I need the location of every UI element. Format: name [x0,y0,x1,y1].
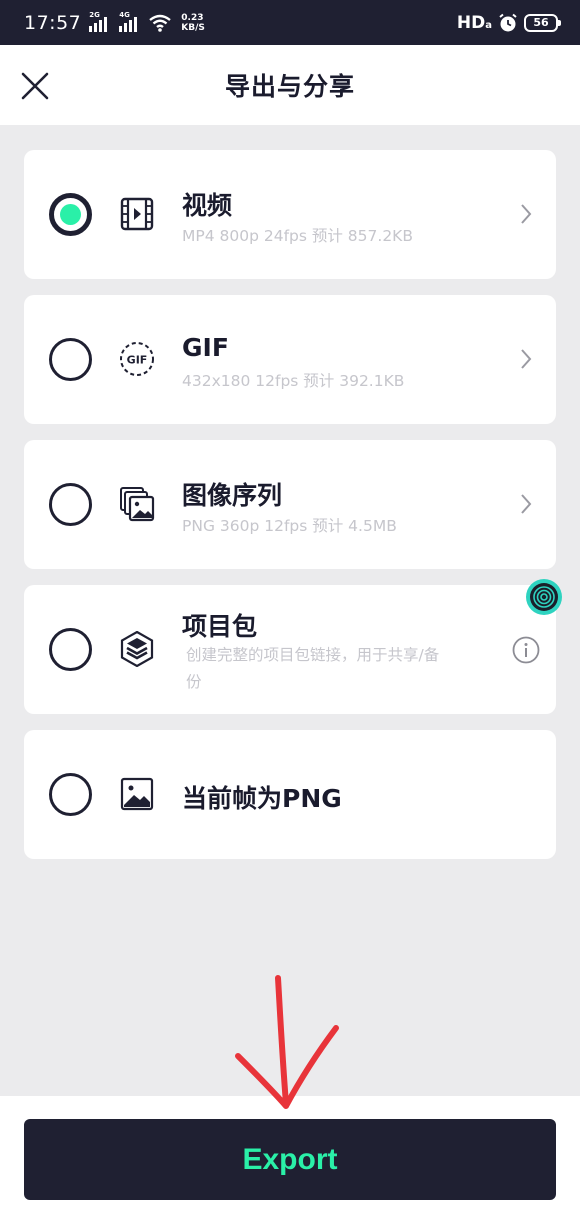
chevron-right-icon[interactable] [518,202,534,226]
signal-icon: 2G [89,10,111,32]
spiral-icon [530,583,558,611]
option-current-frame-png[interactable]: 当前帧为PNG [24,730,556,859]
option-image-sequence[interactable]: 图像序列 PNG 360p 12fps 预计 4.5MB [24,440,556,569]
option-description-line1: 创建完整的项目包链接，用于共享/备 [186,646,440,664]
signal-type-label: 4G [119,10,130,19]
page-title: 导出与分享 [224,72,355,101]
gif-icon: GIF [120,342,154,376]
info-icon[interactable] [512,636,540,664]
option-description: 432x180 12fps 预计 392.1KB [182,372,405,390]
chevron-right-icon[interactable] [518,347,534,371]
radio-unselected[interactable] [49,773,92,816]
floating-assistant-icon[interactable] [526,579,562,615]
signal-icon: 4G [119,10,141,32]
option-description: PNG 360p 12fps 预计 4.5MB [182,517,397,535]
status-right: HDa 56 [457,13,561,33]
image-icon [120,777,154,811]
alarm-icon [499,13,517,31]
battery-level: 56 [533,16,549,29]
option-title: 当前帧为PNG [182,784,342,813]
signal-type-label: 2G [89,10,100,19]
status-left: 17:57 2G 4G 0.23 KB/S [24,10,205,34]
video-icon [120,197,154,231]
network-speed-value: 0.23 [181,12,204,23]
option-title: 项目包 [182,612,258,641]
radio-unselected[interactable] [49,338,92,381]
option-title: GIF [182,333,229,362]
radio-unselected[interactable] [49,628,92,671]
export-button-label: Export [242,1142,338,1176]
option-description: MP4 800p 24fps 预计 857.2KB [182,227,413,245]
red-arrow-annotation [235,975,339,1109]
battery-icon: 56 [524,13,561,32]
chevron-right-icon[interactable] [518,492,534,516]
option-description-line2: 份 [186,673,202,691]
radio-selected[interactable] [49,193,92,236]
gif-icon-label: GIF [127,354,148,367]
network-speed: 0.23 KB/S [181,13,205,33]
option-title: 图像序列 [182,481,283,510]
layers-icon [120,631,154,667]
export-button[interactable]: Export [24,1119,556,1200]
option-project-package[interactable]: 项目包 创建完整的项目包链接，用于共享/备 份 [24,585,556,714]
option-title: 视频 [182,191,233,220]
hd-label: HD [456,12,486,33]
header: 导出与分享 [0,45,580,125]
hd-indicator: HDa [457,13,492,33]
radio-unselected[interactable] [49,483,92,526]
close-icon[interactable] [20,71,50,101]
hd-sub-label: a [485,19,492,31]
wifi-icon [149,14,172,32]
status-time: 17:57 [24,11,82,34]
status-bar: 17:57 2G 4G 0.23 KB/S HDa 56 [0,0,580,45]
option-video[interactable]: 视频 MP4 800p 24fps 预计 857.2KB [24,150,556,279]
image-sequence-icon [120,487,155,522]
network-speed-unit: KB/S [181,22,205,33]
option-gif[interactable]: GIF GIF 432x180 12fps 预计 392.1KB [24,295,556,424]
